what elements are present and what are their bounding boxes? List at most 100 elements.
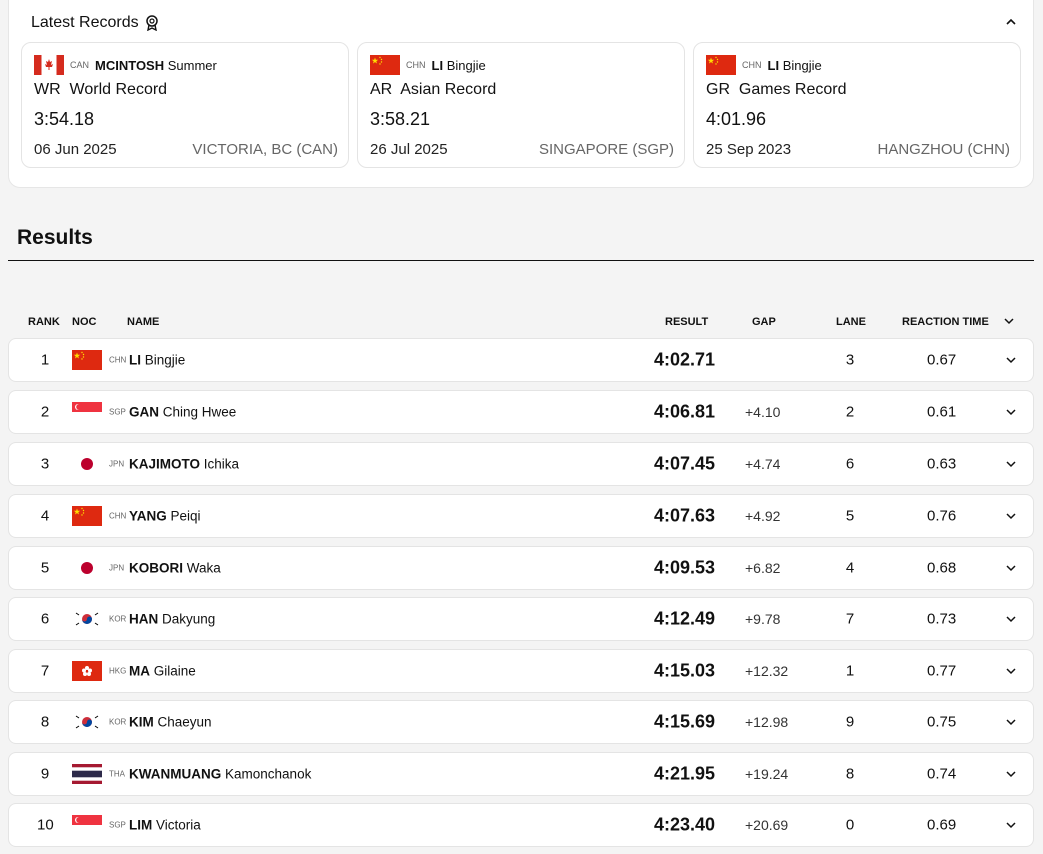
header-gap: GAP: [752, 316, 776, 328]
flag-icon: [72, 661, 102, 681]
record-label: Asian Record: [400, 81, 497, 98]
record-card[interactable]: CHN LI Bingjie AR Asian Record 3:58.21 2…: [357, 42, 685, 168]
reaction-time: 0.61: [927, 403, 957, 421]
chevron-down-icon[interactable]: [1005, 770, 1017, 778]
athlete-name[interactable]: HAN Dakyung: [129, 612, 215, 627]
chevron-down-icon[interactable]: [1005, 615, 1017, 623]
chevron-down-icon[interactable]: [1005, 667, 1017, 675]
table-row[interactable]: 2 SGP GAN Ching Hwee 4:06.81 +4.10 2 0.6…: [8, 390, 1034, 434]
record-card[interactable]: CHN LI Bingjie GR Games Record 4:01.96 2…: [693, 42, 1021, 168]
athlete-name[interactable]: MA Gilaine: [129, 664, 196, 679]
header-noc: NOC: [72, 316, 97, 328]
record-time: 4:01.96: [706, 109, 767, 129]
lane: 3: [845, 351, 855, 369]
flag-icon: [72, 764, 102, 784]
record-card[interactable]: CAN MCINTOSH Summer WR World Record 3:54…: [21, 42, 349, 168]
chevron-down-icon[interactable]: [1005, 564, 1017, 572]
record-noc: CHN: [406, 60, 426, 70]
athlete-surname: LIM: [129, 817, 153, 833]
noc-code: KOR: [109, 717, 127, 727]
divider: [8, 260, 1034, 261]
reaction-time: 0.73: [927, 610, 957, 628]
chevron-down-icon[interactable]: [1005, 512, 1017, 520]
athlete-name[interactable]: GAN Ching Hwee: [129, 405, 236, 420]
noc-code: JPN: [109, 563, 125, 573]
table-row[interactable]: 9 THA KWANMUANG Kamonchanok 4:21.95 +19.…: [8, 752, 1034, 796]
reaction-time: 0.63: [927, 455, 957, 473]
chevron-down-icon[interactable]: [1005, 821, 1017, 829]
athlete-name[interactable]: LI Bingjie: [129, 353, 185, 368]
athlete-surname: KOBORI: [129, 560, 183, 576]
record-date: 25 Sep 2023: [706, 141, 792, 158]
athlete-given-name: Peiqi: [170, 508, 201, 524]
chevron-down-icon[interactable]: [1003, 316, 1015, 326]
record-code: GR: [706, 81, 730, 98]
rank: 4: [40, 507, 50, 525]
record-code: WR: [34, 81, 61, 98]
table-row[interactable]: 3 JPN KAJIMOTO Ichika 4:07.45 +4.74 6 0.…: [8, 442, 1034, 486]
rank: 6: [40, 610, 50, 628]
athlete-surname: MA: [129, 663, 150, 679]
table-row[interactable]: 4 CHN YANG Peiqi 4:07.63 +4.92 5 0.76: [8, 494, 1034, 538]
record-athlete: CHN LI Bingjie: [370, 55, 486, 75]
result-time: 4:09.53: [653, 557, 715, 578]
record-given-name: Bingjie: [446, 57, 486, 73]
flag-icon: [72, 402, 102, 422]
athlete-given-name: Ching Hwee: [162, 404, 237, 420]
table-row[interactable]: 5 JPN KOBORI Waka 4:09.53 +6.82 4 0.68: [8, 546, 1034, 590]
flag-icon: [72, 454, 102, 474]
record-time: 3:54.18: [34, 109, 95, 129]
gap: +12.32: [745, 663, 789, 679]
rank: 3: [40, 455, 50, 473]
record-noc: CAN: [70, 60, 90, 70]
chevron-down-icon[interactable]: [1005, 356, 1017, 364]
gap: +4.10: [745, 404, 781, 420]
record-type: AR Asian Record: [370, 81, 496, 99]
flag-icon: [72, 506, 102, 526]
record-date: 26 Jul 2025: [370, 141, 448, 158]
results-header-row: RANK NOC NAME RESULT GAP LANE REACTION T…: [0, 316, 1043, 330]
result-time: 4:07.63: [653, 505, 715, 526]
header-result: RESULT: [665, 316, 709, 328]
record-surname: LI: [431, 57, 444, 73]
athlete-surname: KAJIMOTO: [129, 456, 201, 472]
record-type: WR World Record: [34, 81, 167, 99]
athlete-name[interactable]: KIM Chaeyun: [129, 715, 212, 730]
athlete-name[interactable]: KOBORI Waka: [129, 561, 221, 576]
table-row[interactable]: 8 KOR KIM Chaeyun 4:15.69 +12.98 9 0.75: [8, 700, 1034, 744]
rank: 1: [40, 351, 50, 369]
athlete-name[interactable]: YANG Peiqi: [129, 509, 201, 524]
result-time: 4:12.49: [653, 608, 715, 629]
result-time: 4:21.95: [653, 763, 715, 784]
rank: 5: [40, 559, 50, 577]
chevron-up-icon[interactable]: [1003, 14, 1019, 30]
athlete-name[interactable]: KAJIMOTO Ichika: [129, 457, 239, 472]
chevron-down-icon[interactable]: [1005, 408, 1017, 416]
gap: +12.98: [745, 714, 789, 730]
table-row[interactable]: 7 HKG MA Gilaine 4:15.03 +12.32 1 0.77: [8, 649, 1034, 693]
table-row[interactable]: 6 KOR HAN Dakyung 4:12.49 +9.78 7 0.73: [8, 597, 1034, 641]
reaction-time: 0.75: [927, 713, 957, 731]
chevron-down-icon[interactable]: [1005, 460, 1017, 468]
athlete-name[interactable]: KWANMUANG Kamonchanok: [129, 767, 311, 782]
athlete-surname: HAN: [129, 611, 159, 627]
reaction-time: 0.69: [927, 816, 957, 834]
lane: 8: [845, 765, 855, 783]
gap: +9.78: [745, 611, 781, 627]
flag-icon: [370, 55, 400, 75]
table-row[interactable]: 10 SGP LIM Victoria 4:23.40 +20.69 0 0.6…: [8, 803, 1034, 847]
record-given-name: Summer: [167, 57, 217, 73]
records-header[interactable]: Latest Records: [31, 14, 159, 32]
results-title: Results: [17, 226, 93, 249]
chevron-down-icon[interactable]: [1005, 718, 1017, 726]
gap: +4.74: [745, 456, 781, 472]
table-row[interactable]: 1 CHN LI Bingjie 4:02.71 3 0.67: [8, 338, 1034, 382]
lane: 2: [845, 403, 855, 421]
record-time: 3:58.21: [370, 109, 431, 129]
record-athlete: CAN MCINTOSH Summer: [34, 55, 217, 75]
rank: 8: [40, 713, 50, 731]
record-location: VICTORIA, BC (CAN): [192, 141, 338, 158]
header-rank: RANK: [28, 316, 60, 328]
athlete-name[interactable]: LIM Victoria: [129, 818, 201, 833]
athlete-surname: YANG: [129, 508, 167, 524]
